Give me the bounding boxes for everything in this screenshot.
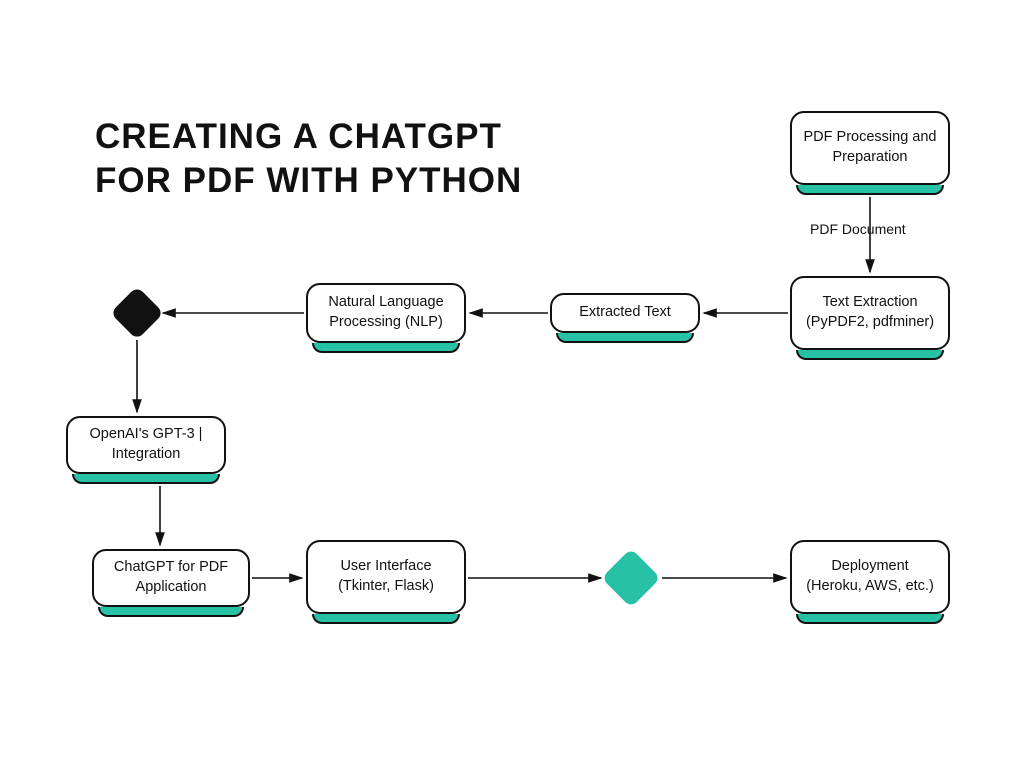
node-ui: User Interface (Tkinter, Flask)	[306, 540, 466, 614]
diamond-decision-teal	[601, 548, 660, 607]
node-nlp: Natural Language Processing (NLP)	[306, 283, 466, 343]
node-pdf-processing-shadow	[796, 185, 944, 195]
node-nlp-shadow	[312, 343, 460, 353]
node-extracted-text: Extracted Text	[550, 293, 700, 333]
node-gpt3-integration: OpenAI's GPT-3 | Integration	[66, 416, 226, 474]
diagram-title: CREATING A CHATGPTFOR PDF WITH PYTHON	[95, 115, 522, 203]
node-app-shadow	[98, 607, 244, 617]
node-extracted-text-shadow	[556, 333, 694, 343]
edge-label-pdf-document: PDF Document	[810, 221, 906, 237]
node-deployment: Deployment (Heroku, AWS, etc.)	[790, 540, 950, 614]
node-text-extraction-shadow	[796, 350, 944, 360]
diamond-decision-black	[110, 286, 164, 340]
node-gpt3-integration-shadow	[72, 474, 220, 484]
node-pdf-processing: PDF Processing and Preparation	[790, 111, 950, 185]
node-deployment-shadow	[796, 614, 944, 624]
node-text-extraction: Text Extraction (PyPDF2, pdfminer)	[790, 276, 950, 350]
node-ui-shadow	[312, 614, 460, 624]
node-app: ChatGPT for PDF Application	[92, 549, 250, 607]
